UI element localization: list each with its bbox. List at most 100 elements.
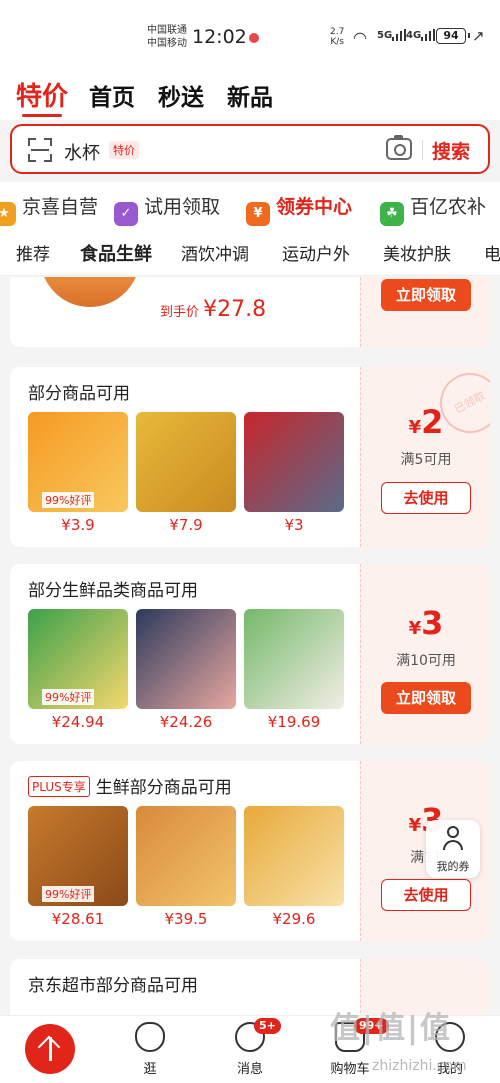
coupon-title: 部分生鲜品类商品可用 (28, 581, 198, 601)
product-item[interactable]: 99%好评 ¥3.9 (28, 412, 128, 534)
nav-browse[interactable]: 逛 (120, 1022, 180, 1077)
coupon-card: 到手价 ¥27.8 立即领取 (10, 277, 490, 347)
watermark-url: zhizhizhi.com (372, 1058, 467, 1074)
carrier-info: 中国联通 中国移动 (147, 24, 187, 50)
scan-icon[interactable] (28, 138, 52, 162)
signal-extra-icon: ↗ (472, 27, 485, 45)
nav-messages[interactable]: 5+ 消息 (220, 1018, 281, 1077)
product-image: 99%好评 (28, 609, 128, 709)
search-divider (422, 140, 423, 160)
category-tab[interactable]: 推荐 (16, 240, 50, 265)
product-price: ¥24.94 (51, 713, 105, 731)
search-input[interactable]: 水杯 (64, 139, 100, 165)
category-tabs: 推荐 食品生鲜 酒饮冲调 运动户外 美妆护肤 电 (0, 226, 500, 276)
tab-express[interactable]: 秒送 (158, 78, 204, 112)
category-tab-active[interactable]: 食品生鲜 (80, 240, 152, 266)
person-icon (443, 826, 463, 852)
product-image (136, 806, 236, 906)
claim-button[interactable]: 立即领取 (381, 279, 471, 311)
battery-icon: 94 (436, 28, 470, 44)
coupon-list[interactable]: 到手价 ¥27.8 立即领取 部分商品可用 99%好评 ¥3.9 ¥7.9 ¥3… (0, 277, 500, 1015)
carrier-2: 中国移动 (147, 38, 187, 49)
channel-row: ★ 京喜自营 ✓ 试用领取 ¥ 领券中心 ☘ 百亿农补 (0, 182, 500, 226)
jingxi-icon: ★ (0, 202, 16, 226)
clock: 12:02 (192, 26, 247, 48)
tab-special-price[interactable]: 特价 (16, 76, 68, 113)
product-image (244, 412, 344, 512)
net-speed: 2.7 K/s (330, 27, 345, 47)
coupon-amount: ¥2 (408, 403, 444, 441)
coupon-title: 京东超市部分商品可用 (28, 976, 198, 996)
tab-active-indicator (22, 114, 62, 117)
coupon-side: 已领取 ¥2 满5可用 去使用 (360, 367, 490, 547)
product-price: ¥24.26 (159, 713, 213, 731)
coupon-icon: ¥ (246, 202, 270, 226)
rating-badge: 99%好评 (42, 492, 95, 508)
product-image[interactable] (40, 277, 140, 307)
product-price: ¥3.9 (61, 516, 95, 534)
coupon-title: 部分商品可用 (28, 384, 130, 404)
search-tag: 特价 (109, 141, 139, 159)
product-item[interactable]: ¥24.26 (136, 609, 236, 731)
product-price: ¥39.5 (164, 910, 208, 928)
product-image (136, 609, 236, 709)
channel-trial[interactable]: ✓ 试用领取 (114, 192, 220, 226)
product-price: ¥29.6 (272, 910, 316, 928)
signal-4g-icon: 4G (406, 29, 436, 41)
product-price: ¥19.69 (267, 713, 321, 731)
channel-jingxi[interactable]: ★ 京喜自营 (0, 192, 98, 226)
product-item[interactable]: 99%好评 ¥24.94 (28, 609, 128, 731)
carrier-1: 中国联通 (147, 25, 187, 36)
use-button[interactable]: 去使用 (381, 482, 471, 514)
product-item[interactable]: ¥29.6 (244, 806, 344, 928)
category-tab[interactable]: 酒饮冲调 (181, 240, 249, 265)
use-button[interactable]: 去使用 (381, 879, 471, 911)
category-tab[interactable]: 电 (484, 240, 500, 265)
product-image (244, 806, 344, 906)
status-bar: 中国联通 中国移动 12:02 2.7 K/s ◠ 5G 4G 94 ↗ (0, 0, 500, 70)
product-item[interactable]: 99%好评 ¥28.61 (28, 806, 128, 928)
tab-home[interactable]: 首页 (89, 78, 135, 112)
channel-coupon-center[interactable]: ¥ 领券中心 (246, 192, 352, 226)
farm-icon: ☘ (380, 202, 404, 226)
claim-button[interactable]: 立即领取 (381, 682, 471, 714)
coupon-card: PLUS专享 生鲜部分商品可用 99%好评 ¥28.61 ¥39.5 ¥29.6 … (10, 761, 490, 941)
nav-label: 购物车 (330, 1062, 370, 1077)
product-image (244, 609, 344, 709)
gift-icon: ✓ (114, 202, 138, 226)
nav-label: 逛 (143, 1062, 157, 1077)
camera-icon[interactable] (386, 135, 412, 160)
product-item[interactable]: ¥39.5 (136, 806, 236, 928)
top-tabs: 特价 首页 秒送 新品 (0, 70, 500, 120)
rating-badge: 99%好评 (42, 689, 95, 705)
channel-farm-subsidy[interactable]: ☘ 百亿农补 (380, 192, 486, 226)
tab-new[interactable]: 新品 (227, 78, 273, 112)
product-image (136, 412, 236, 512)
product-price: ¥3 (284, 516, 304, 534)
browse-icon (135, 1022, 165, 1052)
signal-5g-icon: 5G (377, 29, 407, 41)
product-item[interactable]: ¥19.69 (244, 609, 344, 731)
message-badge: 5+ (254, 1018, 281, 1034)
coupon-side: ¥3 满10可用 立即领取 (360, 564, 490, 744)
coupon-condition: 满10可用 (396, 653, 456, 669)
category-tab[interactable]: 运动户外 (282, 240, 350, 265)
search-button[interactable]: 搜索 (432, 137, 470, 164)
coupon-condition: 满5可用 (400, 452, 452, 468)
my-coupon-button[interactable]: 我的券 (426, 820, 480, 878)
wifi-icon: ◠ (353, 28, 367, 47)
rating-badge: 99%好评 (42, 886, 95, 902)
coupon-card: 部分生鲜品类商品可用 99%好评 ¥24.94 ¥24.26 ¥19.69 ¥3… (10, 564, 490, 744)
product-image: 99%好评 (28, 412, 128, 512)
coupon-title: PLUS专享 生鲜部分商品可用 (28, 773, 232, 798)
product-price: ¥7.9 (169, 516, 203, 534)
watermark: 值|值|值 (330, 1011, 452, 1046)
product-item[interactable]: ¥3 (244, 412, 344, 534)
category-tab[interactable]: 美妆护肤 (383, 240, 451, 265)
notification-dot-icon (249, 33, 259, 43)
product-item[interactable]: ¥7.9 (136, 412, 236, 534)
back-to-top-icon[interactable] (25, 1024, 75, 1074)
deal-price: 到手价 ¥27.8 (160, 297, 267, 322)
coupon-side: 立即领取 (360, 277, 490, 347)
search-bar[interactable]: 水杯 特价 搜索 (10, 124, 490, 174)
